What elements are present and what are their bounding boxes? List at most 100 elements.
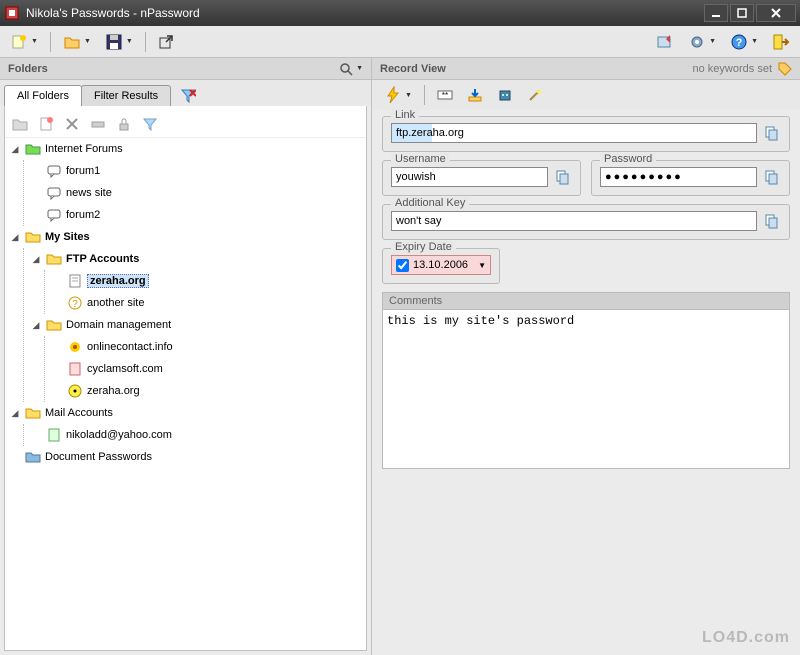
username-group: Username: [382, 160, 581, 196]
additional-key-group: Additional Key: [382, 204, 790, 240]
folder-open-icon: [46, 317, 62, 333]
window-title: Nikola's Passwords - nPassword: [26, 6, 704, 20]
new-button[interactable]: ▼: [6, 30, 42, 54]
dropdown-arrow-icon[interactable]: ▼: [478, 261, 486, 270]
collapse-icon[interactable]: ◢: [9, 408, 21, 419]
record-view-title: Record View: [380, 63, 446, 75]
clear-filter-button[interactable]: [174, 86, 202, 106]
tree-folder-document-passwords[interactable]: Document Passwords: [5, 446, 366, 468]
copy-link-button[interactable]: [763, 124, 781, 142]
title-bar: Nikola's Passwords - nPassword: [0, 0, 800, 26]
password-input[interactable]: [600, 167, 757, 187]
svg-text:?: ?: [736, 37, 743, 49]
tree-folder-domain-management[interactable]: ◢Domain management: [26, 314, 366, 336]
link-label: Link: [391, 110, 419, 121]
record-view-panel: Record View no keywords set ▼ ** Link: [372, 58, 800, 655]
popout-button[interactable]: [154, 30, 178, 54]
tree-folder-internet-forums[interactable]: ◢ Internet Forums: [5, 138, 366, 160]
import-button[interactable]: [652, 30, 678, 54]
filter-button[interactable]: [141, 115, 159, 133]
robot-button[interactable]: [493, 83, 517, 107]
tree-label: My Sites: [45, 231, 90, 243]
cut-button[interactable]: [89, 115, 107, 133]
tree-item-zeraha-domain[interactable]: zeraha.org: [47, 380, 366, 402]
expiry-group: Expiry Date 13.10.2006 ▼: [382, 248, 500, 284]
minimize-button[interactable]: [704, 4, 728, 22]
dropdown-arrow-icon: ▼: [84, 38, 91, 45]
link-input[interactable]: [391, 123, 757, 143]
maximize-button[interactable]: [730, 4, 754, 22]
chat-icon: [46, 163, 62, 179]
new-record-button[interactable]: [37, 115, 55, 133]
tree-item-onlinecontact[interactable]: onlinecontact.info: [47, 336, 366, 358]
tree-item-nikoladd[interactable]: nikoladd@yahoo.com: [26, 424, 366, 446]
svg-text:**: **: [442, 91, 448, 100]
comments-group: Comments: [382, 292, 790, 469]
tree-item-forum2[interactable]: forum2: [26, 204, 366, 226]
tree-item-another-site[interactable]: ?another site: [47, 292, 366, 314]
tree-folder-mail-accounts[interactable]: ◢ Mail Accounts: [5, 402, 366, 424]
new-folder-button[interactable]: [11, 115, 29, 133]
additional-key-input[interactable]: [391, 211, 757, 231]
page-icon: [67, 273, 83, 289]
open-button[interactable]: ▼: [59, 30, 95, 54]
copy-password-button[interactable]: [763, 168, 781, 186]
link-group: Link: [382, 116, 790, 152]
page-green-icon: [46, 427, 62, 443]
folders-title: Folders: [8, 63, 48, 75]
tree-label: Internet Forums: [45, 143, 123, 155]
exit-button[interactable]: [768, 30, 794, 54]
show-password-button[interactable]: **: [433, 83, 457, 107]
lock-button[interactable]: [115, 115, 133, 133]
dropdown-arrow-icon: ▼: [709, 38, 716, 45]
dropdown-arrow-icon: ▼: [31, 38, 38, 45]
dropdown-arrow-icon[interactable]: ▼: [356, 65, 363, 72]
tab-filter-results[interactable]: Filter Results: [81, 85, 171, 106]
folder-tree: ◢ Internet Forums forum1 news site forum…: [5, 138, 366, 468]
close-button[interactable]: [756, 4, 796, 22]
page-red-icon: [67, 361, 83, 377]
record-toolbar: ▼ **: [372, 80, 800, 110]
expiry-value: 13.10.2006: [413, 259, 468, 271]
dropdown-arrow-icon: ▼: [751, 38, 758, 45]
tree-item-cyclamsoft[interactable]: cyclamsoft.com: [47, 358, 366, 380]
delete-button[interactable]: [63, 115, 81, 133]
toolbar-separator: [50, 32, 51, 52]
password-group: Password: [591, 160, 790, 196]
tree-folder-my-sites[interactable]: ◢ My Sites: [5, 226, 366, 248]
keywords-status: no keywords set: [693, 63, 772, 75]
toolbar-separator: [145, 32, 146, 52]
collapse-icon[interactable]: ◢: [9, 232, 21, 243]
svg-text:?: ?: [72, 299, 78, 310]
search-icon[interactable]: [339, 62, 353, 76]
save-button[interactable]: ▼: [101, 30, 137, 54]
lightning-button[interactable]: ▼: [380, 83, 416, 107]
copy-additional-key-button[interactable]: [763, 212, 781, 230]
copy-username-button[interactable]: [554, 168, 572, 186]
watermark: LO4D.com: [702, 629, 790, 647]
folder-open-icon: [25, 405, 41, 421]
chat-icon: [46, 185, 62, 201]
record-view-header: Record View no keywords set: [372, 58, 800, 80]
folder-toolbar: [5, 110, 366, 138]
username-input[interactable]: [391, 167, 548, 187]
wand-button[interactable]: [523, 83, 547, 107]
tree-folder-ftp-accounts[interactable]: ◢FTP Accounts: [26, 248, 366, 270]
expiry-checkbox[interactable]: [396, 259, 409, 272]
tree-item-news-site[interactable]: news site: [26, 182, 366, 204]
comments-input[interactable]: [382, 309, 790, 469]
tab-all-folders[interactable]: All Folders: [4, 85, 82, 106]
username-label: Username: [391, 153, 450, 165]
collapse-icon[interactable]: ◢: [9, 144, 21, 155]
expiry-date-picker[interactable]: 13.10.2006 ▼: [391, 255, 491, 275]
download-button[interactable]: [463, 83, 487, 107]
settings-button[interactable]: ▼: [684, 30, 720, 54]
tag-icon[interactable]: [778, 62, 792, 76]
collapse-icon[interactable]: ◢: [30, 320, 42, 331]
expiry-label: Expiry Date: [391, 241, 456, 253]
flower-icon: [67, 339, 83, 355]
tree-item-zeraha[interactable]: zeraha.org: [47, 270, 366, 292]
tree-item-forum1[interactable]: forum1: [26, 160, 366, 182]
collapse-icon[interactable]: ◢: [30, 254, 42, 265]
help-button[interactable]: ? ▼: [726, 30, 762, 54]
